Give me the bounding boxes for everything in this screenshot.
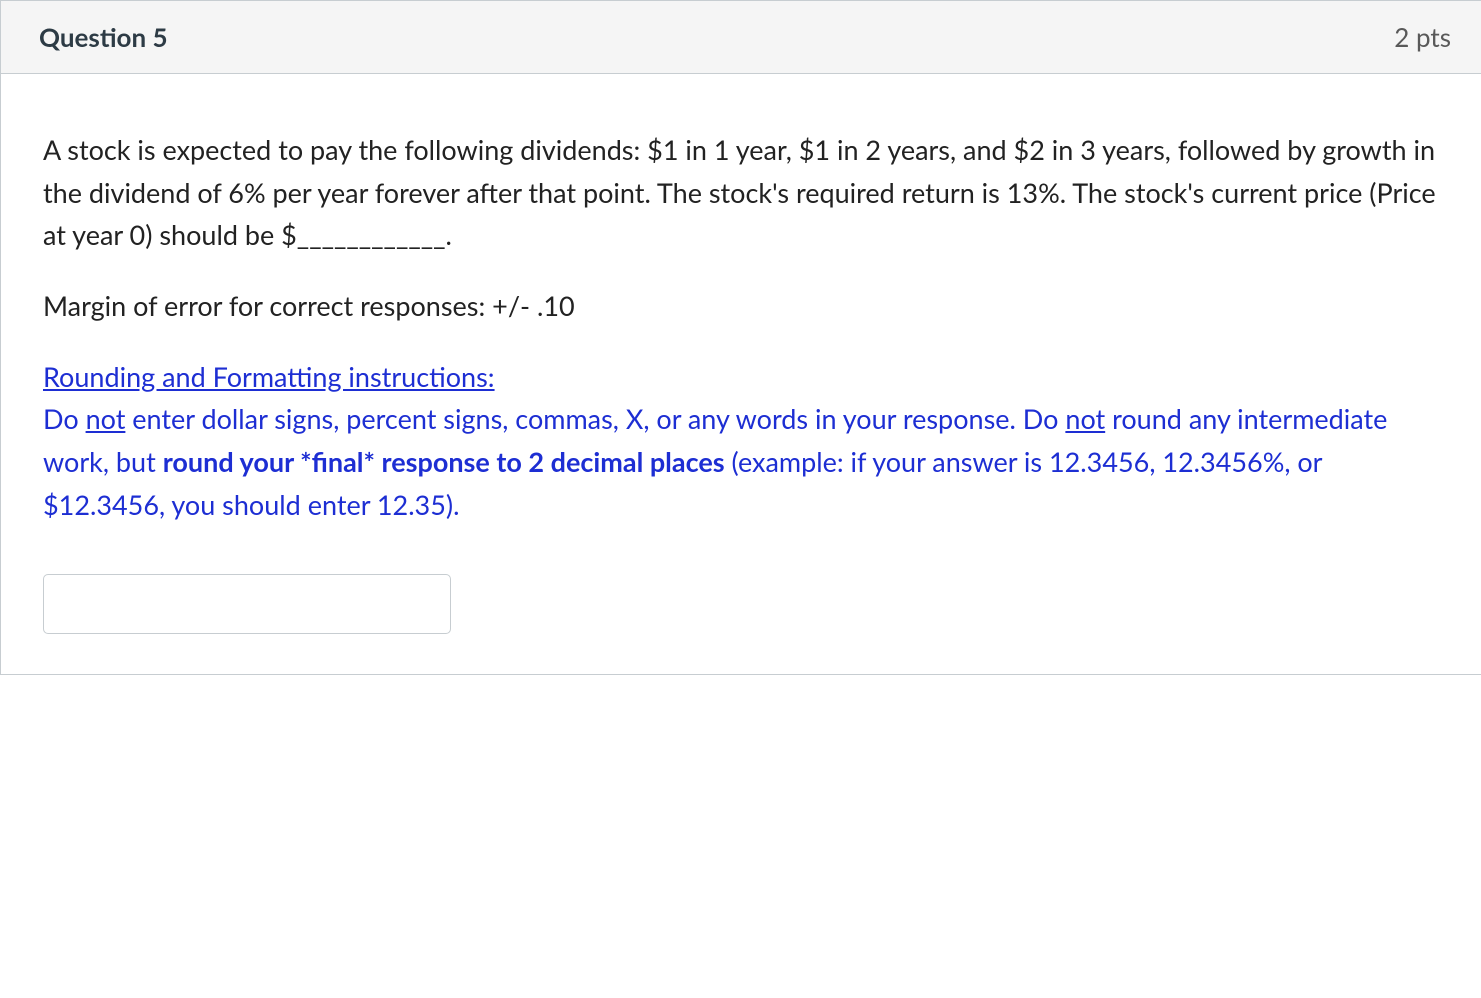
- instructions-text: Do not enter dollar signs, percent signs…: [43, 402, 1387, 520]
- question-header: Question 5 2 pts: [1, 1, 1481, 74]
- instr-seg: enter dollar signs, percent signs, comma…: [125, 402, 1065, 435]
- question-points: 2 pts: [1394, 21, 1451, 53]
- formatting-instructions: Rounding and Formatting instructions: Do…: [43, 356, 1439, 527]
- instr-seg-bold: round your *final* response to 2 decimal…: [163, 445, 725, 478]
- question-title: Question 5: [39, 21, 168, 53]
- instructions-heading: Rounding and Formatting instructions:: [43, 360, 495, 393]
- question-body: A stock is expected to pay the following…: [1, 74, 1481, 674]
- question-card: Question 5 2 pts A stock is expected to …: [0, 0, 1481, 675]
- answer-input[interactable]: [43, 574, 451, 634]
- instr-seg: Do: [43, 402, 86, 435]
- margin-of-error: Margin of error for correct responses: +…: [43, 285, 1439, 328]
- instr-seg-underline: not: [86, 402, 126, 435]
- instr-seg-underline: not: [1065, 402, 1105, 435]
- question-prompt: A stock is expected to pay the following…: [43, 129, 1439, 257]
